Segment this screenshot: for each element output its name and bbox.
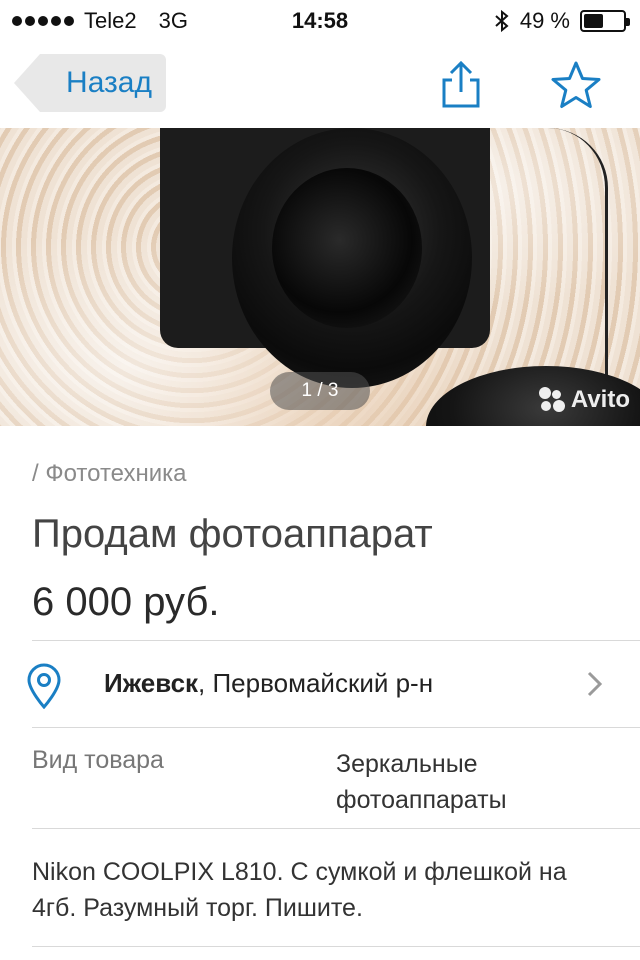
avito-watermark: Avito — [538, 386, 630, 414]
listing-description: Nikon COOLPIX L810. С сумкой и флешкой н… — [32, 858, 567, 922]
param-label: Вид товара — [32, 746, 164, 774]
listing-photo[interactable]: 1 / 3 Avito — [0, 128, 640, 426]
bluetooth-icon — [495, 9, 509, 33]
photo-strap — [538, 128, 608, 378]
star-icon[interactable] — [550, 60, 602, 110]
location-city: Ижевск — [104, 668, 199, 698]
location-row[interactable]: Ижевск, Первомайский р-н — [0, 641, 640, 727]
listing-title: Продам фотоаппарат — [32, 512, 433, 556]
param-value: Зеркальные фотоаппараты — [336, 750, 507, 814]
watermark-text: Avito — [570, 386, 630, 413]
divider — [32, 946, 640, 947]
category-breadcrumb[interactable]: / Фототехника — [32, 460, 187, 488]
share-icon[interactable] — [438, 60, 484, 110]
photo-page-indicator: 1 / 3 — [270, 372, 370, 410]
status-bar: Tele2 3G 14:58 49 % — [0, 0, 640, 40]
location-pin-icon — [27, 663, 61, 709]
status-right: 49 % — [494, 8, 630, 34]
divider — [32, 828, 640, 829]
battery-percent: 49 % — [519, 8, 570, 33]
listing-price: 6 000 руб. — [32, 580, 220, 624]
back-button[interactable]: Назад — [14, 54, 166, 112]
battery-icon — [580, 10, 630, 32]
chevron-right-icon — [587, 671, 603, 697]
nav-bar: Назад — [0, 40, 640, 128]
location-text: Ижевск, Первомайский р-н — [104, 668, 433, 699]
divider — [32, 727, 640, 728]
avito-logo-icon — [538, 387, 565, 413]
photo-lens-glass — [272, 168, 422, 328]
location-district: , Первомайский р-н — [198, 668, 434, 698]
